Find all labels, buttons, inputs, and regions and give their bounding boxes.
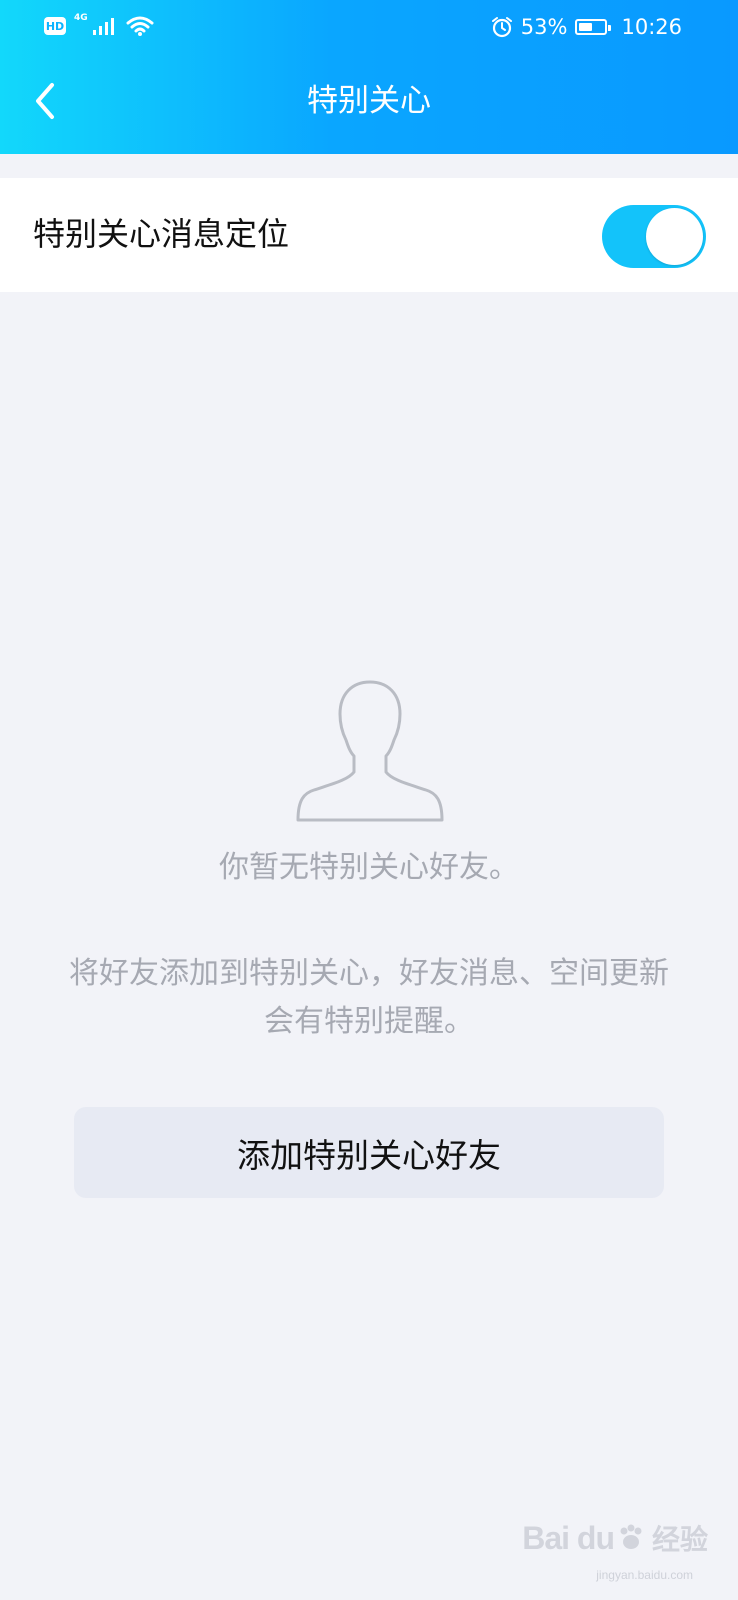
alarm-icon [491, 17, 512, 38]
description-line-1: 将好友添加到特别关心，好友消息、空间更新 [69, 956, 669, 991]
add-special-friend-button[interactable]: 添加特别关心好友 [74, 1107, 664, 1198]
status-left: HD 4G [44, 12, 154, 40]
watermark-url: jingyan.baidu.com [596, 1568, 693, 1582]
wifi-icon [126, 16, 154, 36]
clock: 10:26 [621, 15, 682, 39]
status-bar: HD 4G 53% 10:26 [0, 0, 738, 54]
battery-level [579, 23, 593, 31]
signal-icon [92, 18, 114, 35]
message-locate-toggle[interactable] [602, 205, 706, 268]
empty-state-title: 你暂无特别关心好友。 [219, 850, 519, 885]
page-title: 特别关心 [307, 83, 431, 119]
empty-state-description: 将好友添加到特别关心，好友消息、空间更新 会有特别提醒。 [30, 950, 708, 1046]
baidu-jingyan-watermark: Bai du 经验 [522, 1516, 708, 1560]
hd-icon: HD [44, 17, 66, 35]
network-type: 4G [74, 13, 88, 23]
paw-icon [620, 1524, 642, 1549]
status-right: 53% 10:26 [491, 12, 682, 42]
setting-label: 特别关心消息定位 [33, 215, 290, 253]
battery-icon [575, 19, 612, 35]
person-outline-icon [296, 680, 444, 822]
battery-percent: 53% [520, 15, 568, 39]
watermark-text: 经验 [651, 1523, 708, 1556]
description-line-2: 会有特别提醒。 [264, 1004, 474, 1039]
toggle-knob [646, 208, 703, 265]
watermark-logo: Bai du [522, 1519, 615, 1556]
title-bar: HD 4G 53% 10:26 特别关心 [0, 0, 738, 154]
